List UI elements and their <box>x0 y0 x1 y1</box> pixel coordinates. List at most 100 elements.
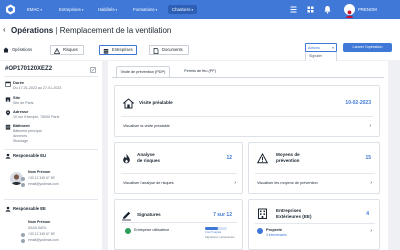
status-dot-icon <box>125 228 131 234</box>
location-pin-icon <box>5 110 11 116</box>
tab-operations[interactable]: Opérations <box>0 45 44 55</box>
entreprise-intervenants: 3 intervenants <box>266 233 287 237</box>
user-icon <box>5 153 11 159</box>
site-icon <box>5 97 11 102</box>
responsable-ee-title: Responsable EE <box>13 206 46 211</box>
phone-icon <box>21 232 25 237</box>
nav-chantiers-label: Chantiers <box>172 7 191 12</box>
bell-icon[interactable] <box>323 5 332 14</box>
nav-habilites-label: Habilités <box>98 7 115 12</box>
user-name[interactable]: PRENOM <box>358 5 377 14</box>
edit-icon[interactable] <box>90 67 96 73</box>
tab-permis-de-feu[interactable]: Permis de feu (PF) <box>175 66 225 77</box>
signatures-progress-bar <box>205 227 227 230</box>
app-logo-icon[interactable] <box>5 4 16 15</box>
building-icon <box>258 208 267 219</box>
divider <box>255 173 375 174</box>
nav-emac-label: EMAC <box>27 7 40 12</box>
warning-icon <box>54 48 60 54</box>
responsable-ee-email[interactable]: email@yodmas.com <box>28 238 59 242</box>
tab-visite-prevention[interactable]: Visite de prévention (PDP) <box>116 66 170 77</box>
tab-entreprises-label: Entreprises <box>112 47 133 52</box>
responsable-ee-name: Nom Prénom <box>28 220 51 224</box>
page-title-section: Opérations <box>11 26 54 35</box>
moyens-prevention-link[interactable]: Visualiser les moyens de prévention <box>257 181 318 185</box>
list-icon[interactable] <box>289 5 298 14</box>
signatures-row-label: Entreprise utilisatrice <box>134 228 170 232</box>
responsable-eu-email[interactable]: email@yodmas.com <box>28 182 59 186</box>
nav-formations[interactable]: Formations▾ <box>133 5 157 14</box>
operation-reference: #OP170120XEZ2 <box>5 66 53 72</box>
duree-value: Du 17-01-2023 au 27-01-2023 <box>13 86 62 90</box>
back-arrow-icon[interactable]: ‹ <box>3 25 6 34</box>
tabs-underline <box>112 77 384 78</box>
entreprises-exterieures-count: 4 <box>366 211 369 217</box>
visite-prealable-date: 10-02-2023 <box>345 100 371 106</box>
signatures-card: Signatures 7 sur 12 Entreprise utilisatr… <box>114 199 243 250</box>
tab-documents[interactable]: Documents <box>149 45 189 55</box>
tab-documents-label: Documents <box>162 47 183 52</box>
launch-operation-button[interactable]: Lancer l'opération <box>343 43 392 52</box>
chevron-down-icon: ▾ <box>81 8 84 12</box>
document-icon <box>153 48 159 54</box>
nav-emac[interactable]: EMAC▾ <box>27 5 42 14</box>
operation-details-panel: #OP170120XEZ2 Durée Du 17-01-2023 au 27-… <box>0 61 102 250</box>
user-avatar[interactable] <box>344 4 355 18</box>
visite-prealable-title: Visite préalable <box>139 100 173 105</box>
grid-icon[interactable] <box>306 5 315 14</box>
house-icon <box>123 98 134 109</box>
site-value: Site de Paris <box>13 101 34 105</box>
divider <box>121 173 237 174</box>
company-logo-icon <box>257 228 263 234</box>
batiment-line: Stockage <box>13 139 28 143</box>
entreprises-exterieures-card: Entreprises Extérieures (EE) 4 Propreté … <box>248 199 380 250</box>
responsable-ee-phone[interactable]: +33 12 345 67 89 <box>28 232 55 236</box>
building-icon <box>103 49 109 54</box>
tab-operations-label: Opérations <box>12 47 33 52</box>
divider <box>121 116 373 117</box>
moyens-prevention-count: 15 <box>365 155 371 161</box>
analyse-risques-card: Analyse de risques 12 Visualiser l'analy… <box>114 142 243 194</box>
page-title-operation: Remplacement de la ventilation <box>59 26 172 35</box>
signatures-progress-fill <box>205 227 218 230</box>
nav-entreprises[interactable]: Entreprises▾ <box>59 5 84 14</box>
page-title: Opérations | Remplacement de la ventilat… <box>11 26 171 36</box>
actions-select[interactable]: Actions ▾ <box>305 43 337 52</box>
tab-risques[interactable]: Risques <box>50 45 84 55</box>
warning-icon <box>257 153 268 164</box>
tab-entreprises[interactable]: Entreprises <box>99 45 137 55</box>
batiment-line: Annexes <box>13 134 27 138</box>
chevron-down-icon: ▾ <box>40 8 43 12</box>
responsable-eu-phone[interactable]: +33 12 345 67 89 <box>28 176 55 180</box>
visite-prealable-link[interactable]: Visualiser la visite préalable <box>123 124 170 128</box>
house-icon <box>3 47 9 53</box>
nav-habilites[interactable]: Habilités▾ <box>98 5 117 14</box>
entreprise-name[interactable]: Propreté <box>266 227 282 232</box>
chevron-right-icon[interactable]: › <box>370 180 372 186</box>
duree-label: Durée <box>13 80 25 85</box>
phone-icon <box>21 176 25 181</box>
nav-chantiers[interactable]: Chantiers▾ <box>168 5 198 14</box>
divider <box>4 149 98 150</box>
mail-icon <box>21 182 25 187</box>
chevron-down-icon: ▾ <box>115 8 118 12</box>
chevron-down-icon: ▾ <box>155 8 158 12</box>
analyse-risques-title-2: de risques <box>137 158 160 163</box>
signatures-title: Signatures <box>137 212 161 217</box>
avatar-photo-icon <box>346 10 353 18</box>
analyse-risques-link[interactable]: Visualiser l'analyse de risques <box>123 181 174 185</box>
nav-formations-label: Formations <box>133 7 155 12</box>
responsable-eu-title: Responsable EU <box>13 153 47 158</box>
pen-icon <box>122 211 131 221</box>
chevron-right-icon[interactable]: › <box>369 123 371 129</box>
signatures-progress-caption: Signatures manquantes <box>205 235 235 239</box>
adresse-value: 10 rue Exemple, 75000 Paris <box>13 115 60 119</box>
tab-risques-label: Risques <box>63 47 78 52</box>
chevron-right-icon[interactable]: › <box>370 228 372 234</box>
divider <box>4 76 98 77</box>
nav-entreprises-label: Entreprises <box>59 7 81 12</box>
entreprises-exterieures-title-2: Extérieures (EE) <box>276 214 312 219</box>
chevron-right-icon[interactable]: › <box>234 180 236 186</box>
prevention-panel: Visite de prévention (PDP) Permis de feu… <box>108 61 388 250</box>
user-icon <box>5 206 11 212</box>
